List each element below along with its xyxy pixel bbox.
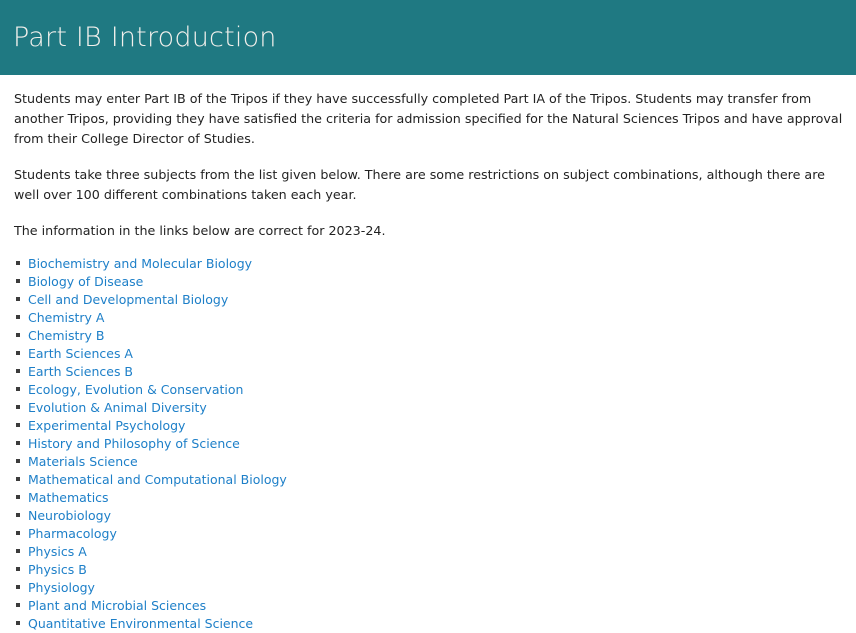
list-item: History and Philosophy of Science [14,434,843,452]
subject-link[interactable]: Chemistry B [28,328,105,343]
subject-link[interactable]: Physics A [28,544,87,559]
subject-link[interactable]: Mathematics [28,490,109,505]
subject-link[interactable]: Plant and Microbial Sciences [28,598,206,613]
list-item: Chemistry B [14,326,843,344]
intro-paragraph-2: Students take three subjects from the li… [14,165,843,205]
subject-link[interactable]: Earth Sciences B [28,364,133,379]
list-item: Experimental Psychology [14,416,843,434]
subject-link[interactable]: Experimental Psychology [28,418,185,433]
page-header: Part IB Introduction [0,0,856,75]
list-item: Pharmacology [14,524,843,542]
list-item: Biology of Disease [14,272,843,290]
list-item: Quantitative Environmental Science [14,614,843,632]
list-item: Physics B [14,560,843,578]
subject-link[interactable]: Cell and Developmental Biology [28,292,228,307]
subject-link[interactable]: Biology of Disease [28,274,143,289]
list-item: Evolution & Animal Diversity [14,398,843,416]
subject-link[interactable]: Biochemistry and Molecular Biology [28,256,252,271]
subject-link[interactable]: Quantitative Environmental Science [28,616,253,631]
subject-link[interactable]: Ecology, Evolution & Conservation [28,382,243,397]
main-content: Students may enter Part IB of the Tripos… [0,75,856,632]
subject-link[interactable]: Physics B [28,562,87,577]
list-item: Materials Science [14,452,843,470]
list-item: Neurobiology [14,506,843,524]
list-item: Biochemistry and Molecular Biology [14,254,843,272]
list-item: Mathematics [14,488,843,506]
subject-link[interactable]: History and Philosophy of Science [28,436,240,451]
intro-paragraph-3: The information in the links below are c… [14,221,843,241]
subject-link[interactable]: Neurobiology [28,508,111,523]
list-item: Ecology, Evolution & Conservation [14,380,843,398]
subject-link[interactable]: Chemistry A [28,310,104,325]
subject-link[interactable]: Earth Sciences A [28,346,133,361]
list-item: Physiology [14,578,843,596]
list-item: Plant and Microbial Sciences [14,596,843,614]
list-item: Physics A [14,542,843,560]
subject-link[interactable]: Evolution & Animal Diversity [28,400,207,415]
page-title: Part IB Introduction [13,23,277,53]
intro-paragraph-1: Students may enter Part IB of the Tripos… [14,89,843,149]
list-item: Earth Sciences A [14,344,843,362]
subject-link-list: Biochemistry and Molecular Biology Biolo… [14,254,843,632]
subject-link[interactable]: Materials Science [28,454,138,469]
list-item: Earth Sciences B [14,362,843,380]
subject-link[interactable]: Mathematical and Computational Biology [28,472,287,487]
subject-link[interactable]: Physiology [28,580,95,595]
list-item: Mathematical and Computational Biology [14,470,843,488]
subject-link[interactable]: Pharmacology [28,526,117,541]
list-item: Chemistry A [14,308,843,326]
list-item: Cell and Developmental Biology [14,290,843,308]
